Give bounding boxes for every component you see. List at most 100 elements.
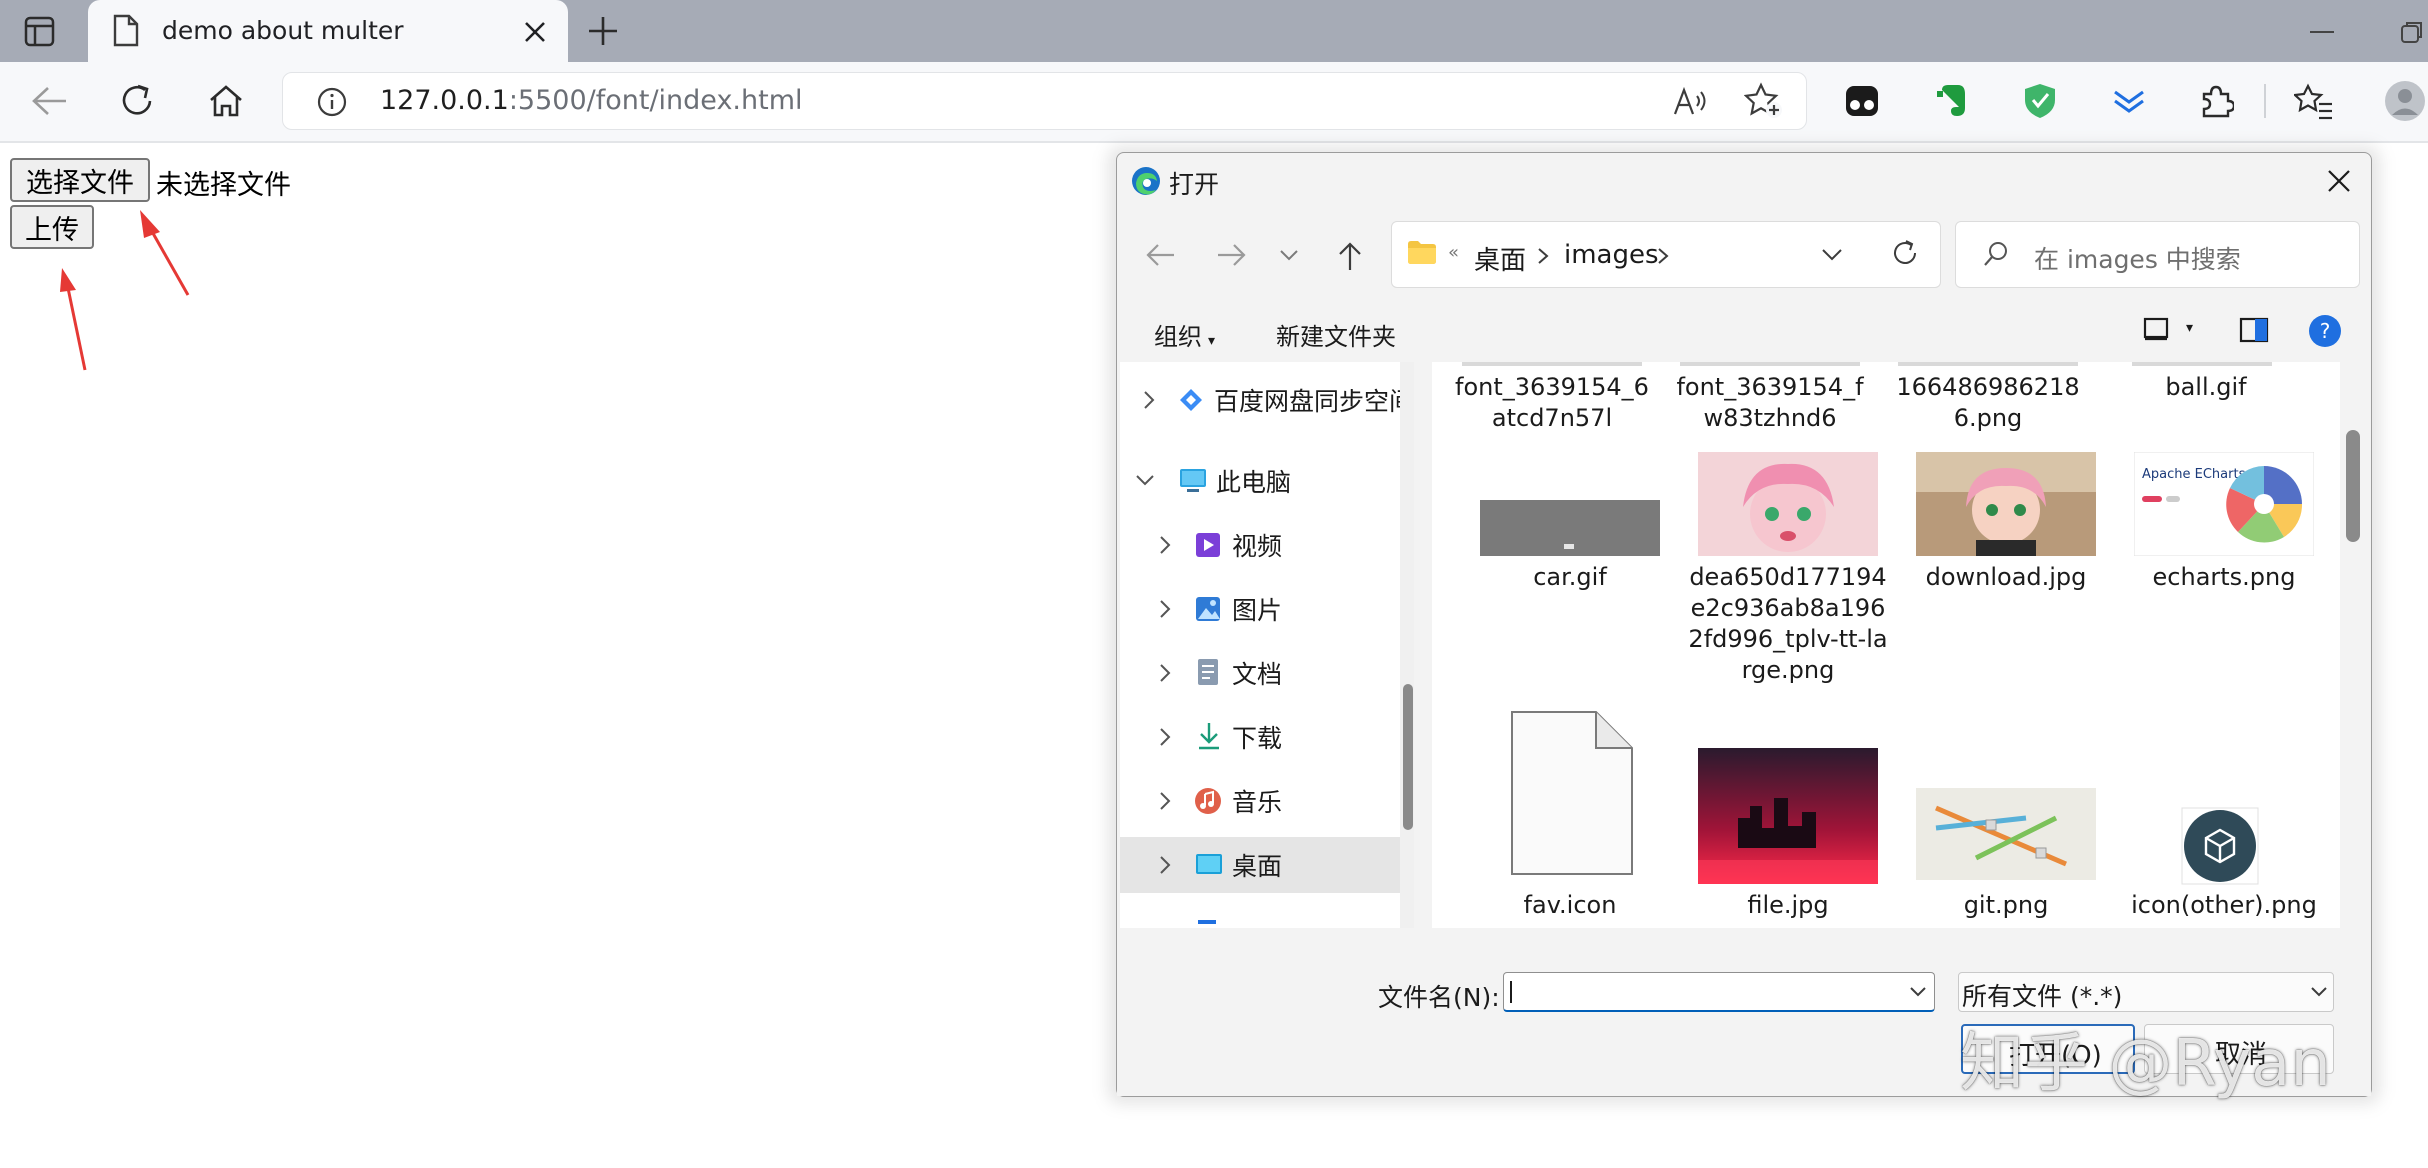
close-tab-icon[interactable] [522, 19, 548, 45]
desktop-folder-icon [1196, 854, 1222, 874]
file-item-git-png[interactable]: git.png [1904, 890, 2108, 921]
nav-item-music[interactable]: 音乐 [1120, 773, 1400, 829]
refresh-icon[interactable] [118, 82, 156, 120]
dialog-title: 打开 [1169, 170, 1220, 199]
file-item-1664869862186[interactable]: 1664869862186.png [1886, 372, 2090, 434]
nav-pane-scroll-thumb[interactable] [1403, 684, 1413, 830]
file-thumb-partial [1462, 362, 1642, 366]
car-gif-thumbnail[interactable] [1480, 500, 1660, 556]
extension-tampermonkey-icon[interactable] [1844, 84, 1880, 118]
expand-chevron-icon[interactable] [1158, 598, 1172, 620]
file-item-echarts-png[interactable]: echarts.png [2122, 562, 2326, 593]
breadcrumb-images[interactable]: images [1564, 240, 1659, 270]
generic-file-icon[interactable] [1508, 710, 1636, 878]
file-item-dea650d[interactable]: dea650d177194e2c936ab8a1962fd996_tplv-tt… [1686, 562, 1890, 686]
nav-item-desktop[interactable]: 桌面 [1120, 837, 1400, 893]
extension-evernote-icon[interactable] [1934, 82, 1970, 120]
icon-other-thumbnail[interactable] [2180, 806, 2260, 886]
nav-item-baidu[interactable]: 百度网盘同步空间 [1120, 372, 1400, 428]
breadcrumb-overflow[interactable]: « [1448, 242, 1459, 263]
file-item-font-fw83[interactable]: font_3639154_fw83tzhnd6 [1668, 372, 1872, 434]
change-view-icon[interactable] [2142, 316, 2172, 342]
file-name-input[interactable] [1503, 972, 1935, 1012]
text-cursor [1510, 981, 1512, 1003]
dialog-forward-icon[interactable] [1214, 241, 1248, 269]
expand-chevron-icon[interactable] [1158, 790, 1172, 812]
site-info-icon[interactable] [316, 86, 348, 118]
up-folder-icon[interactable] [1336, 240, 1364, 272]
documents-folder-icon [1198, 659, 1218, 685]
breadcrumb-separator-icon [1658, 248, 1669, 264]
folder-icon [1408, 241, 1436, 264]
new-folder-button[interactable]: 新建文件夹 [1276, 317, 1396, 352]
anime-thumbnail-1[interactable] [1698, 452, 1878, 556]
navigation-pane: 百度网盘同步空间 此电脑 视频 图片 文档 下载 音乐 桌面 [1120, 362, 1400, 928]
profile-avatar-icon[interactable] [2384, 80, 2426, 122]
back-icon[interactable] [30, 84, 70, 118]
downloads-folder-icon [1199, 723, 1219, 750]
extensions-puzzle-icon[interactable] [2198, 82, 2234, 120]
search-icon [1984, 242, 2007, 266]
dialog-close-icon[interactable] [2326, 168, 2352, 194]
file-item-font-6atcd[interactable]: font_3639154_6atcd7n57l [1450, 372, 1654, 434]
organize-menu[interactable]: 组织 ▾ [1154, 317, 1215, 352]
expand-chevron-icon[interactable] [1142, 389, 1156, 411]
file-thumb-partial [1898, 362, 2078, 366]
file-thumb-partial [1680, 362, 1860, 366]
dialog-refresh-icon[interactable] [1890, 238, 1920, 268]
file-type-dropdown-chevron-icon[interactable] [2309, 985, 2329, 999]
video-folder-icon [1196, 533, 1220, 557]
download-jpg-thumbnail[interactable] [1916, 452, 2096, 556]
read-aloud-icon[interactable] [1672, 84, 1710, 118]
expand-chevron-icon[interactable] [1158, 662, 1172, 684]
new-tab-icon[interactable] [586, 14, 620, 48]
file-item-fav-icon[interactable]: fav.icon [1468, 890, 1672, 921]
file-item-icon-other[interactable]: icon(other).png [2122, 890, 2326, 921]
file-item-ball-gif[interactable]: ball.gif [2104, 372, 2308, 403]
expand-chevron-icon[interactable] [1158, 854, 1172, 876]
nav-item-documents[interactable]: 文档 [1120, 645, 1400, 701]
collapse-chevron-icon[interactable] [1134, 473, 1156, 487]
minimize-icon[interactable] [2310, 30, 2334, 34]
view-dropdown-chevron-icon[interactable]: ▾ [2186, 320, 2193, 336]
extension-adguard-icon[interactable] [2022, 82, 2058, 120]
breadcrumb-desktop[interactable]: 桌面 [1474, 240, 1526, 277]
file-pane-scroll-thumb[interactable] [2346, 430, 2360, 542]
file-item-car-gif[interactable]: car.gif [1468, 562, 1672, 593]
svg-text:?: ? [2320, 319, 2331, 343]
file-item-download-jpg[interactable]: download.jpg [1904, 562, 2108, 593]
pictures-folder-icon [1196, 597, 1220, 621]
file-type-value: 所有文件 (*.*) [1962, 982, 2123, 1011]
echarts-thumbnail[interactable]: Apache ECharts [2134, 452, 2314, 556]
favorites-icon[interactable] [2294, 82, 2334, 120]
search-placeholder: 在 images 中搜索 [2034, 245, 2241, 274]
home-icon[interactable] [206, 82, 246, 120]
recent-locations-chevron-icon[interactable] [1278, 246, 1300, 264]
url-text[interactable]: 127.0.0.1:5500/font/index.html [380, 85, 803, 116]
add-favorite-icon[interactable] [1744, 82, 1784, 120]
nav-item-pictures[interactable]: 图片 [1120, 581, 1400, 637]
nav-item-videos[interactable]: 视频 [1120, 517, 1400, 573]
extension-download-icon[interactable] [2110, 84, 2148, 118]
expand-chevron-icon[interactable] [1158, 726, 1172, 748]
tab-title: demo about multer [162, 16, 404, 45]
nav-item-this-pc[interactable]: 此电脑 [1120, 453, 1400, 509]
tab-actions-icon[interactable] [24, 16, 56, 48]
expand-chevron-icon[interactable] [1158, 534, 1172, 556]
preview-pane-icon[interactable] [2238, 316, 2270, 344]
file-list-pane: font_3639154_6atcd7n57l font_3639154_fw8… [1432, 362, 2340, 928]
nav-item-downloads[interactable]: 下载 [1120, 709, 1400, 765]
file-item-file-jpg[interactable]: file.jpg [1686, 890, 1890, 921]
address-dropdown-chevron-icon[interactable] [1820, 246, 1844, 264]
dialog-back-icon[interactable] [1144, 241, 1178, 269]
echarts-thumbnail-text: Apache ECharts [2142, 467, 2246, 482]
restore-icon[interactable] [2400, 20, 2424, 44]
git-png-thumbnail[interactable] [1916, 788, 2096, 880]
file-jpg-thumbnail[interactable] [1698, 748, 1878, 884]
toolbar-separator [2264, 84, 2266, 118]
music-folder-icon [1195, 788, 1221, 814]
file-name-dropdown-chevron-icon[interactable] [1908, 985, 1928, 999]
help-icon[interactable]: ? [2308, 314, 2342, 348]
file-name-label: 文件名(N): [1378, 983, 1500, 1012]
nav-pane-scrollbar[interactable] [1400, 362, 1414, 928]
